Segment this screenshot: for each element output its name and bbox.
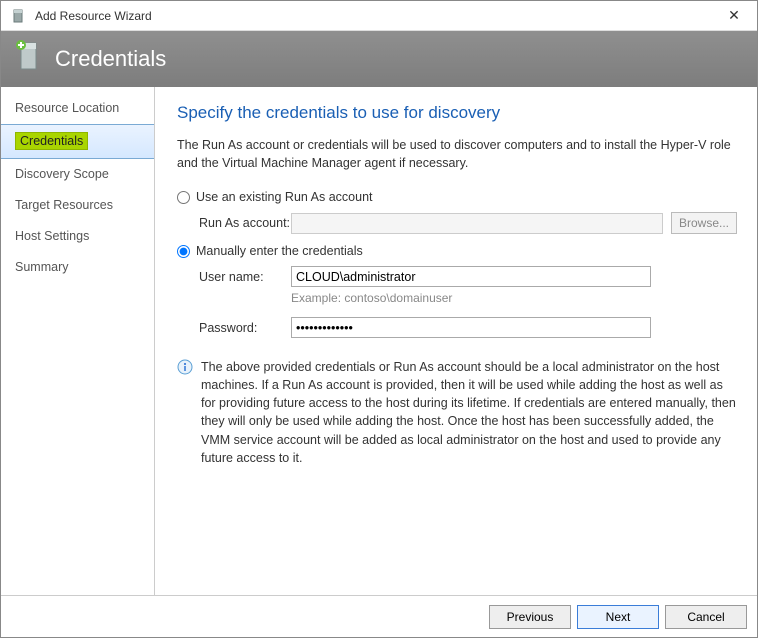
next-button[interactable]: Next <box>577 605 659 629</box>
footer: Previous Next Cancel <box>1 595 757 637</box>
banner: Credentials <box>1 31 757 87</box>
page-title: Specify the credentials to use for disco… <box>177 103 737 123</box>
password-row: Password: <box>177 317 737 338</box>
runas-label: Run As account: <box>199 216 291 230</box>
radio-manual-row: Manually enter the credentials <box>177 244 737 258</box>
browse-button: Browse... <box>671 212 737 234</box>
radio-manual-label: Manually enter the credentials <box>196 244 363 258</box>
sidebar-item-credentials[interactable]: Credentials <box>1 124 154 159</box>
info-icon <box>177 359 193 375</box>
content: Resource Location Credentials Discovery … <box>1 87 757 595</box>
radio-manual[interactable] <box>177 245 190 258</box>
main-panel: Specify the credentials to use for disco… <box>155 87 757 595</box>
page-intro: The Run As account or credentials will b… <box>177 137 737 172</box>
username-input[interactable] <box>291 266 651 287</box>
username-row: User name: <box>177 266 737 287</box>
sidebar-item-label: Host Settings <box>15 229 89 243</box>
password-label: Password: <box>199 321 291 335</box>
sidebar-item-label: Credentials <box>15 132 88 150</box>
radio-existing[interactable] <box>177 191 190 204</box>
info-text: The above provided credentials or Run As… <box>201 358 737 467</box>
username-hint: Example: contoso\domainuser <box>177 291 737 305</box>
sidebar-item-discovery-scope[interactable]: Discovery Scope <box>1 159 154 190</box>
close-button[interactable]: ✕ <box>719 7 749 24</box>
radio-existing-label: Use an existing Run As account <box>196 190 373 204</box>
sidebar-item-label: Summary <box>15 260 68 274</box>
sidebar-item-host-settings[interactable]: Host Settings <box>1 221 154 252</box>
sidebar-item-resource-location[interactable]: Resource Location <box>1 93 154 124</box>
app-icon <box>11 8 27 24</box>
info-block: The above provided credentials or Run As… <box>177 358 737 467</box>
window-title: Add Resource Wizard <box>35 9 719 23</box>
username-label: User name: <box>199 270 291 284</box>
runas-row: Run As account: Browse... <box>177 212 737 234</box>
sidebar: Resource Location Credentials Discovery … <box>1 87 155 595</box>
cancel-button[interactable]: Cancel <box>665 605 747 629</box>
banner-title: Credentials <box>55 46 166 72</box>
password-input[interactable] <box>291 317 651 338</box>
runas-input <box>291 213 663 234</box>
previous-button[interactable]: Previous <box>489 605 571 629</box>
sidebar-item-label: Resource Location <box>15 101 119 115</box>
radio-existing-row: Use an existing Run As account <box>177 190 737 204</box>
titlebar: Add Resource Wizard ✕ <box>1 1 757 31</box>
banner-icon <box>15 39 43 79</box>
sidebar-item-summary[interactable]: Summary <box>1 252 154 283</box>
sidebar-item-label: Target Resources <box>15 198 113 212</box>
sidebar-item-target-resources[interactable]: Target Resources <box>1 190 154 221</box>
sidebar-item-label: Discovery Scope <box>15 167 109 181</box>
